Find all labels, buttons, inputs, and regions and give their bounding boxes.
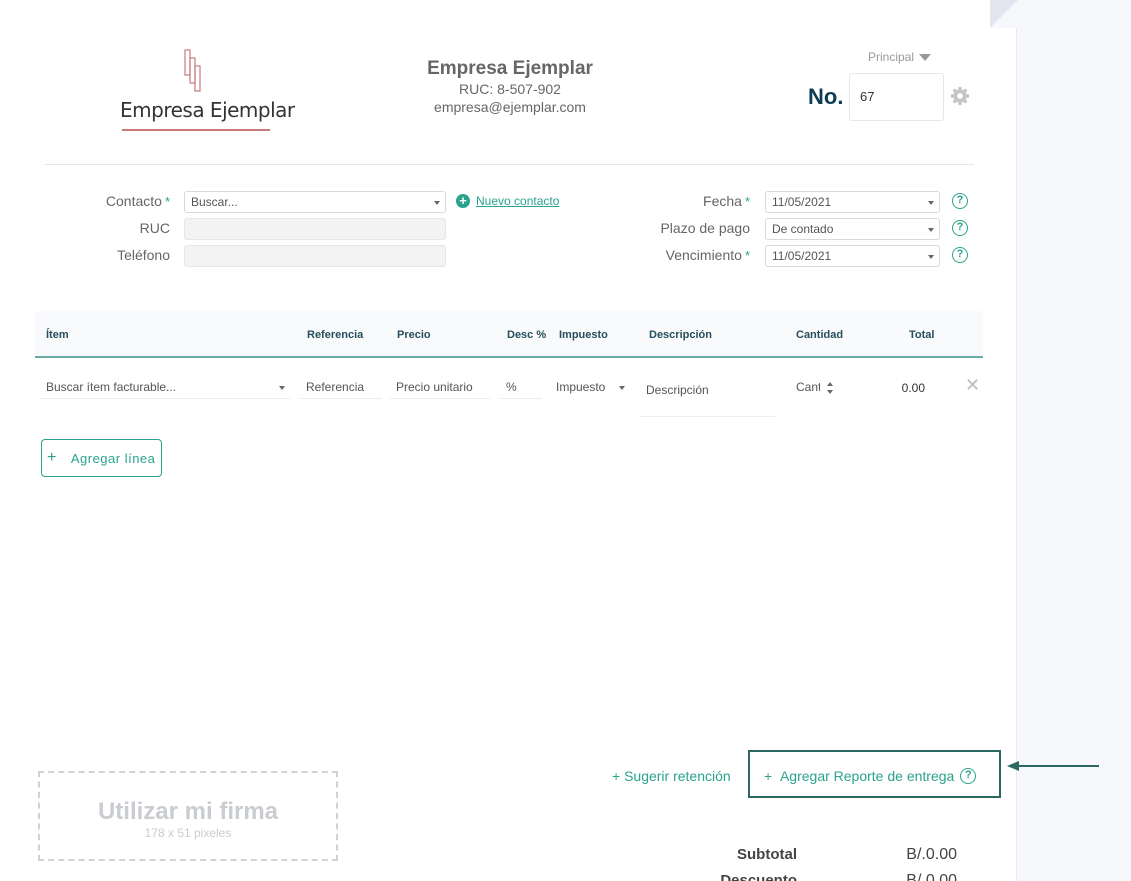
col-header-total: Total	[909, 329, 935, 341]
gear-icon[interactable]	[950, 86, 970, 111]
help-icon[interactable]: ?	[952, 193, 968, 209]
ruc-label: RUC	[139, 220, 170, 236]
nuevo-contacto-text: Nuevo contacto	[476, 194, 560, 208]
referencia-input[interactable]: Referencia	[300, 377, 382, 399]
plus-icon: +	[47, 449, 57, 466]
help-icon[interactable]: ?	[952, 220, 968, 236]
plazo-select[interactable]: De contado	[765, 218, 940, 240]
page-fold	[990, 0, 1018, 28]
numbering-template-dropdown[interactable]: Principal	[868, 50, 932, 64]
telefono-field	[184, 245, 446, 267]
fecha-label: Fecha *	[610, 193, 750, 209]
impuesto-placeholder: Impuesto	[556, 380, 606, 394]
invoice-number-input[interactable]: 67	[849, 73, 944, 121]
arrow-left-icon	[1007, 761, 1019, 771]
required-mark: *	[744, 194, 750, 209]
chevron-down-icon	[928, 255, 934, 259]
ruc-field	[184, 218, 446, 240]
impuesto-select[interactable]: Impuesto	[550, 377, 630, 399]
chevron-down-icon	[928, 228, 934, 232]
company-email: empresa@ejemplar.com	[434, 99, 586, 115]
logo-text: Empresa Ejemplar	[120, 98, 295, 122]
cantidad-input[interactable]: Cant	[790, 377, 820, 399]
items-table-header: Ítem Referencia Precio Desc % Impuesto D…	[35, 311, 983, 358]
chevron-down-icon	[619, 386, 625, 390]
col-header-cantidad: Cantidad	[796, 329, 844, 341]
contacto-select[interactable]: Buscar...	[184, 191, 446, 213]
contacto-label: Contacto *	[30, 193, 170, 209]
descuento-value: B/.0.00	[906, 872, 957, 881]
logo-underline	[122, 129, 270, 131]
col-header-impuesto: Impuesto	[559, 329, 608, 341]
descripcion-textarea[interactable]: Descripción	[640, 379, 775, 417]
col-header-item: Ítem	[46, 329, 69, 341]
col-header-desc: Desc %	[507, 329, 547, 341]
quantity-stepper[interactable]	[827, 380, 835, 396]
signature-size: 178 x 51 pixeles	[144, 826, 232, 840]
desc-input[interactable]: %	[500, 377, 542, 399]
company-name: Empresa Ejemplar	[427, 58, 593, 79]
logo-mark-icon	[184, 49, 201, 92]
required-mark: *	[164, 194, 170, 209]
subtotal-label: Subtotal	[737, 846, 797, 863]
col-header-referencia: Referencia	[307, 329, 364, 341]
contacto-label-text: Contacto	[105, 193, 162, 209]
plus-circle-icon: +	[456, 194, 470, 208]
plus-icon: +	[764, 768, 780, 784]
required-mark: *	[744, 248, 750, 263]
company-ruc: RUC: 8-507-902	[459, 81, 561, 97]
callout-arrow-line	[1018, 765, 1099, 767]
signature-title: Utilizar mi firma	[97, 798, 279, 825]
fecha-value: 11/05/2021	[772, 195, 832, 209]
plazo-label: Plazo de pago	[660, 220, 750, 236]
vencimiento-select[interactable]: 11/05/2021	[765, 245, 940, 267]
signature-upload-area[interactable]: Utilizar mi firma 178 x 51 pixeles	[38, 771, 338, 861]
chevron-down-icon	[928, 201, 934, 205]
precio-input[interactable]: Precio unitario	[390, 377, 490, 399]
plazo-value: De contado	[772, 222, 834, 236]
col-header-descripcion: Descripción	[649, 329, 712, 341]
help-icon[interactable]: ?	[960, 768, 977, 784]
item-select[interactable]: Buscar ítem facturable...	[40, 377, 290, 399]
row-total: 0.00	[901, 381, 925, 395]
plus-icon: +	[612, 768, 625, 784]
header-divider	[45, 164, 974, 165]
item-placeholder: Buscar ítem facturable...	[46, 380, 177, 394]
caret-down-icon	[919, 54, 932, 62]
agregar-reporte-label: Agregar Reporte de entrega	[779, 768, 955, 784]
vencimiento-label-text: Vencimiento	[665, 247, 742, 263]
chevron-down-icon	[434, 201, 440, 205]
remove-row-icon[interactable]: ✕	[965, 375, 980, 396]
vencimiento-label: Vencimiento *	[610, 247, 750, 263]
telefono-label: Teléfono	[117, 247, 170, 263]
number-label: No.	[808, 84, 844, 109]
fecha-label-text: Fecha	[703, 193, 742, 209]
numbering-template-label: Principal	[868, 50, 915, 64]
chevron-down-icon	[279, 386, 285, 390]
add-line-label: Agregar línea	[70, 450, 156, 466]
company-logo: Empresa Ejemplar	[118, 46, 295, 138]
sugerir-retencion-link[interactable]: + Sugerir retención	[612, 768, 731, 784]
subtotal-value: B/.0.00	[906, 846, 957, 863]
stepper-up-icon[interactable]	[827, 382, 833, 386]
help-icon[interactable]: ?	[952, 247, 968, 263]
nuevo-contacto-link[interactable]: + Nuevo contacto	[456, 194, 559, 208]
company-info: Empresa Ejemplar RUC: 8-507-902 empresa@…	[360, 58, 660, 116]
descuento-label: Descuento	[720, 872, 797, 881]
add-line-button[interactable]: + Agregar línea	[41, 439, 162, 477]
stepper-down-icon[interactable]	[827, 390, 833, 394]
vencimiento-value: 11/05/2021	[772, 249, 832, 263]
fecha-select[interactable]: 11/05/2021	[765, 191, 940, 213]
sugerir-retencion-label: Sugerir retención	[624, 768, 731, 784]
agregar-reporte-link[interactable]: + Agregar Reporte de entrega ?	[764, 768, 977, 784]
col-header-precio: Precio	[397, 329, 431, 341]
contacto-placeholder: Buscar...	[191, 195, 238, 209]
